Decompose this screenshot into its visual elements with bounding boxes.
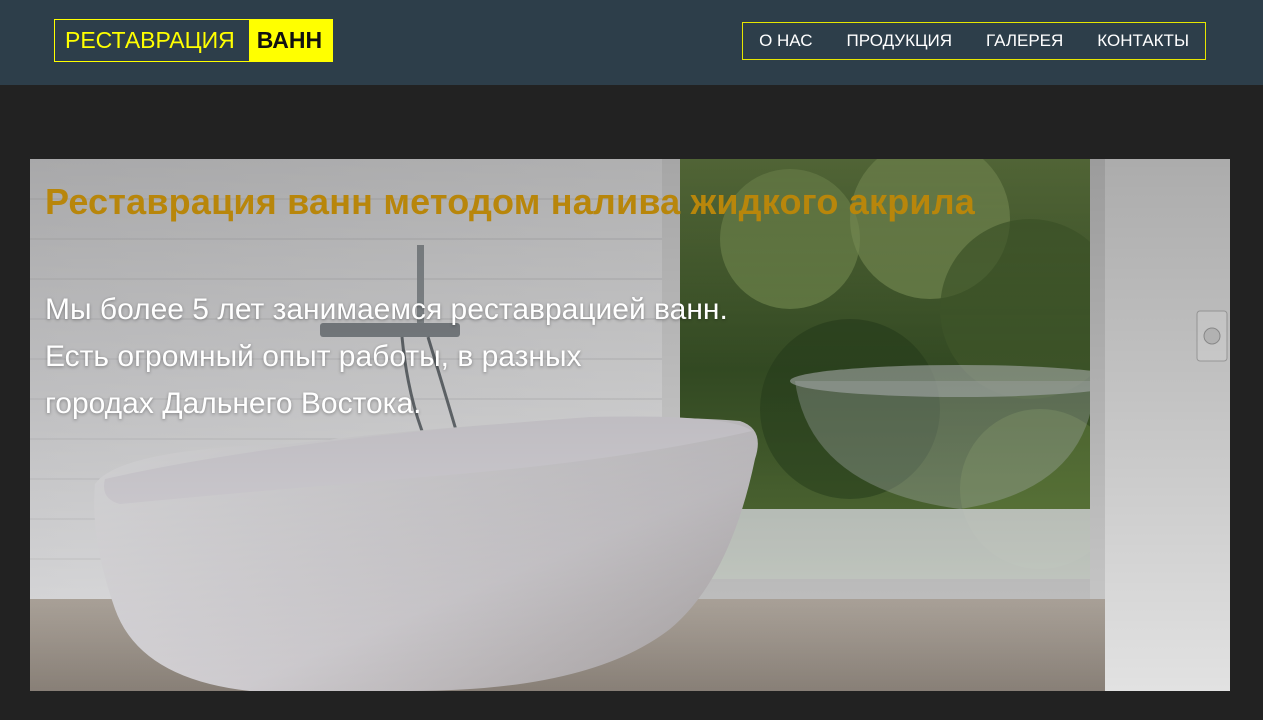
hero-description: Мы более 5 лет занимаемся реставрацией в… [45, 286, 865, 427]
nav-item-about[interactable]: О НАС [759, 23, 812, 59]
hero-line-3: городах Дальнего Востока. [45, 387, 422, 420]
main-nav: О НАС ПРОДУКЦИЯ ГАЛЕРЕЯ КОНТАКТЫ [742, 22, 1206, 60]
nav-item-gallery[interactable]: ГАЛЕРЕЯ [986, 23, 1063, 59]
nav-item-contacts[interactable]: КОНТАКТЫ [1097, 23, 1189, 59]
hero-banner: Реставрация ванн методом налива жидкого … [30, 159, 1230, 691]
logo-text-part2: ВАНН [248, 20, 333, 61]
hero-title: Реставрация ванн методом налива жидкого … [45, 181, 976, 222]
logo[interactable]: РЕСТАВРАЦИЯ ВАНН [54, 19, 334, 62]
logo-text-part1: РЕСТАВРАЦИЯ [65, 27, 235, 53]
nav-item-products[interactable]: ПРОДУКЦИЯ [847, 23, 953, 59]
hero-line-1: Мы более 5 лет занимаемся реставрацией в… [45, 293, 728, 326]
site-header: РЕСТАВРАЦИЯ ВАНН О НАС ПРОДУКЦИЯ ГАЛЕРЕЯ… [0, 0, 1263, 85]
hero-line-2: Есть огромный опыт работы, в разных [45, 340, 582, 373]
